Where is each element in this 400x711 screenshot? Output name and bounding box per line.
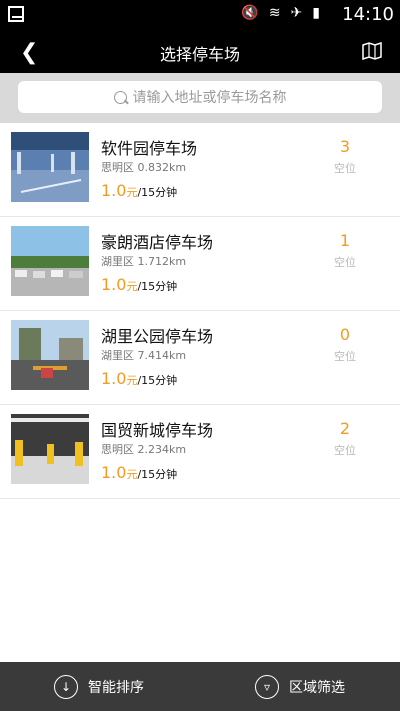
- airplane-icon: ✈: [290, 5, 303, 21]
- search-placeholder: 请输入地址或停车场名称: [132, 90, 287, 106]
- parking-item[interactable]: 软件园停车场 思明区 0.832km 1.0元/15分钟 3 空位: [0, 123, 400, 217]
- parking-item[interactable]: 湖里公园停车场 湖里区 7.414km 1.0元/15分钟 0 空位: [0, 311, 400, 405]
- smart-sort-label: 智能排序: [88, 680, 144, 696]
- price-value: 1.0: [101, 463, 127, 482]
- notification-icon: [8, 6, 24, 22]
- district: 思明区: [101, 161, 134, 174]
- available-spaces: 3 空位: [325, 137, 365, 176]
- available-spaces: 2 空位: [325, 419, 365, 458]
- parking-distance: 湖里区 7.414km: [101, 347, 186, 363]
- parking-price: 1.0元/15分钟: [101, 275, 177, 294]
- distance: 1.712km: [137, 255, 187, 268]
- parking-price: 1.0元/15分钟: [101, 369, 177, 388]
- page-title: 选择停车场: [159, 45, 240, 64]
- header: ❮ 选择停车场: [0, 30, 400, 73]
- search-input[interactable]: 请输入地址或停车场名称: [18, 81, 382, 113]
- parking-item[interactable]: 国贸新城停车场 思明区 2.234km 1.0元/15分钟 2 空位: [0, 405, 400, 499]
- distance: 2.234km: [137, 443, 187, 456]
- spaces-count: 1: [339, 231, 351, 250]
- parking-name: 软件园停车场: [101, 139, 198, 158]
- district: 湖里区: [101, 349, 134, 362]
- status-bar: 🔇 ≋ ✈ ▮ 14:10: [0, 0, 400, 30]
- filter-icon: ▿: [255, 675, 279, 699]
- area-filter-button[interactable]: ▿ 区域筛选: [255, 674, 345, 700]
- price-value: 1.0: [101, 369, 127, 388]
- available-spaces: 0 空位: [325, 325, 365, 364]
- spaces-label: 空位: [334, 444, 356, 457]
- parking-photo: [11, 320, 89, 390]
- status-icons: 🔇 ≋ ✈ ▮: [241, 5, 320, 21]
- parking-price: 1.0元/15分钟: [101, 463, 177, 482]
- spaces-count: 3: [339, 137, 351, 156]
- smart-sort-button[interactable]: ↓ 智能排序: [54, 674, 144, 700]
- spaces-count: 2: [339, 419, 351, 438]
- parking-photo: [11, 414, 89, 484]
- parking-price: 1.0元/15分钟: [101, 181, 177, 200]
- parking-distance: 湖里区 1.712km: [101, 253, 186, 269]
- price-value: 1.0: [101, 181, 127, 200]
- district: 思明区: [101, 443, 134, 456]
- distance: 0.832km: [137, 161, 187, 174]
- bottom-toolbar: ↓ 智能排序 ▿ 区域筛选: [0, 662, 400, 711]
- price-unit: 元: [126, 468, 138, 481]
- spaces-count: 0: [339, 325, 351, 344]
- wifi-icon: ≋: [268, 5, 281, 21]
- price-value: 1.0: [101, 275, 127, 294]
- price-period: /15分钟: [137, 186, 178, 199]
- district: 湖里区: [101, 255, 134, 268]
- price-period: /15分钟: [137, 374, 178, 387]
- map-icon[interactable]: [362, 42, 384, 60]
- parking-distance: 思明区 2.234km: [101, 441, 186, 457]
- parking-photo: [11, 132, 89, 202]
- price-unit: 元: [126, 374, 138, 387]
- price-period: /15分钟: [137, 280, 178, 293]
- spaces-label: 空位: [334, 162, 356, 175]
- price-period: /15分钟: [137, 468, 178, 481]
- sort-icon: ↓: [54, 675, 78, 699]
- search-bar: 请输入地址或停车场名称: [0, 73, 400, 123]
- parking-name: 湖里公园停车场: [101, 327, 214, 346]
- available-spaces: 1 空位: [325, 231, 365, 270]
- parking-list: 软件园停车场 思明区 0.832km 1.0元/15分钟 3 空位 豪朗酒店停车…: [0, 123, 400, 499]
- parking-photo: [11, 226, 89, 296]
- price-unit: 元: [126, 186, 138, 199]
- parking-name: 国贸新城停车场: [101, 421, 214, 440]
- distance: 7.414km: [137, 349, 187, 362]
- battery-icon: ▮: [312, 5, 320, 21]
- status-time: 14:10: [342, 4, 394, 25]
- parking-item[interactable]: 豪朗酒店停车场 湖里区 1.712km 1.0元/15分钟 1 空位: [0, 217, 400, 311]
- search-icon: [113, 90, 127, 104]
- spaces-label: 空位: [334, 350, 356, 363]
- parking-name: 豪朗酒店停车场: [101, 233, 214, 252]
- parking-distance: 思明区 0.832km: [101, 159, 186, 175]
- price-unit: 元: [126, 280, 138, 293]
- area-filter-label: 区域筛选: [289, 680, 345, 696]
- mute-icon: 🔇: [241, 5, 259, 21]
- spaces-label: 空位: [334, 256, 356, 269]
